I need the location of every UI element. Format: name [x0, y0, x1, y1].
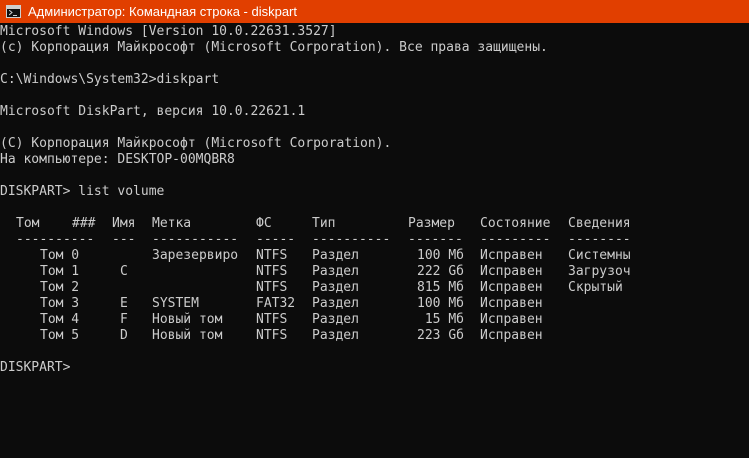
volume-row-5-status: Исправен [480, 328, 543, 343]
volume-row-0-fs: NTFS [256, 248, 288, 263]
volume-row-2-fs: NTFS [256, 280, 288, 295]
separator-info: -------- [568, 232, 631, 247]
separator-volume: ---------- [16, 232, 95, 247]
volume-row-0-status: Исправен [480, 248, 543, 263]
header-name: Имя [112, 216, 136, 231]
volume-row-5-volume: Том 5 [40, 328, 80, 343]
volume-table: Том ### Имя Метка ФС Тип Размер Состояни… [0, 216, 749, 344]
header-number: ### [72, 216, 96, 231]
volume-row-4-letter: F [120, 312, 128, 327]
volume-row-2-info: Скрытый [568, 280, 623, 295]
volume-row-1-letter: C [120, 264, 128, 279]
diskpart-version-line: Microsoft DiskPart, версия 10.0.22621.1 [0, 104, 306, 119]
volume-row-4-status: Исправен [480, 312, 543, 327]
header-fs: ФС [256, 216, 272, 231]
volume-row-0-info: Системны [568, 248, 631, 263]
console-app-icon [6, 5, 21, 18]
volume-row-0-label: Зарезервиро [152, 248, 239, 263]
list-volume-command-line: DISKPART> list volume [0, 184, 165, 199]
volume-row-3-fs: FAT32 [256, 296, 296, 311]
header-size: Размер [408, 216, 455, 231]
volume-row-1-info: Загрузоч [568, 264, 631, 279]
prompt-command-line: C:\Windows\System32>diskpart [0, 72, 220, 87]
diskpart-copyright-line: (C) Корпорация Майкрософт (Microsoft Cor… [0, 136, 392, 151]
command-prompt-window: Администратор: Командная строка - diskpa… [0, 0, 749, 458]
volume-row-4-type: Раздел [312, 312, 359, 327]
header-info: Сведения [568, 216, 631, 231]
volume-row-1-status: Исправен [480, 264, 543, 279]
separator-status: --------- [480, 232, 551, 247]
computer-name-line: На компьютере: DESKTOP-00MQBR8 [0, 152, 235, 167]
window-title: Администратор: Командная строка - diskpa… [28, 4, 298, 19]
separator-type: ---------- [312, 232, 391, 247]
separator-name: --- [112, 232, 136, 247]
volume-row-0-volume: Том 0 [40, 248, 80, 263]
console-output[interactable]: Microsoft Windows [Version 10.0.22631.35… [0, 23, 749, 458]
volume-row-5-letter: D [120, 328, 128, 343]
version-line: Microsoft Windows [Version 10.0.22631.35… [0, 24, 337, 39]
volume-row-4-size: 15 Мб [424, 312, 464, 327]
volume-row-5-label: Новый том [152, 328, 223, 343]
volume-row-1-size: 222 Gб [417, 264, 464, 279]
volume-row-2-size: 815 Мб [417, 280, 464, 295]
separator-size: ------- [408, 232, 463, 247]
volume-row-1-type: Раздел [312, 264, 359, 279]
volume-row-3-volume: Том 3 [40, 296, 80, 311]
header-tom: Том [16, 216, 40, 231]
volume-row-0-type: Раздел [312, 248, 359, 263]
volume-row-2-status: Исправен [480, 280, 543, 295]
header-status: Состояние [480, 216, 551, 231]
header-label: Метка [152, 216, 192, 231]
volume-row-3-size: 100 Мб [417, 296, 464, 311]
separator-fs: ----- [256, 232, 296, 247]
title-bar[interactable]: Администратор: Командная строка - diskpa… [0, 0, 749, 23]
volume-row-1-fs: NTFS [256, 264, 288, 279]
volume-row-4-fs: NTFS [256, 312, 288, 327]
diskpart-prompt[interactable]: DISKPART> [0, 360, 749, 376]
volume-row-3-label: SYSTEM [152, 296, 199, 311]
copyright-line: (c) Корпорация Майкрософт (Microsoft Cor… [0, 40, 548, 55]
volume-row-5-fs: NTFS [256, 328, 288, 343]
separator-label: ----------- [152, 232, 239, 247]
volume-row-3-type: Раздел [312, 296, 359, 311]
volume-row-4-label: Новый том [152, 312, 223, 327]
header-type: Тип [312, 216, 336, 231]
volume-row-2-volume: Том 2 [40, 280, 80, 295]
volume-row-3-status: Исправен [480, 296, 543, 311]
volume-row-5-size: 223 Gб [417, 328, 464, 343]
volume-row-2-type: Раздел [312, 280, 359, 295]
volume-row-3-letter: E [120, 296, 128, 311]
volume-row-4-volume: Том 4 [40, 312, 80, 327]
volume-row-0-size: 100 Мб [417, 248, 464, 263]
volume-row-5-type: Раздел [312, 328, 359, 343]
volume-row-1-volume: Том 1 [40, 264, 80, 279]
